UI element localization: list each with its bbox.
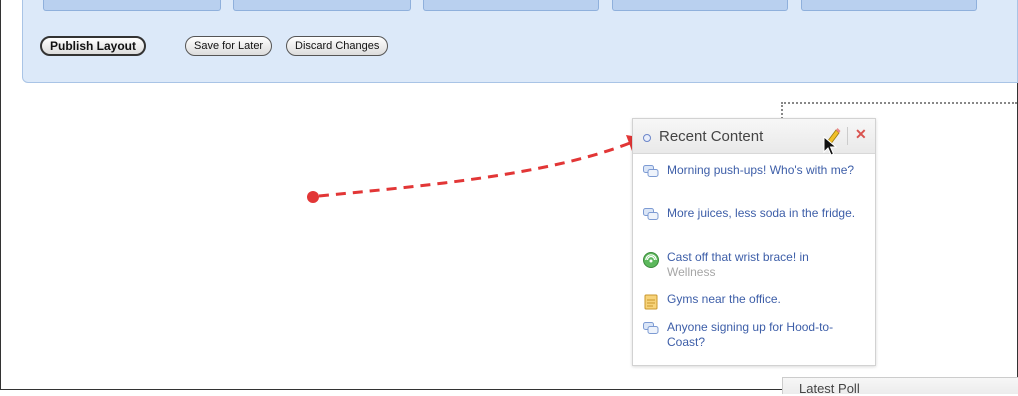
discussion-icon (643, 165, 659, 184)
document-icon (643, 294, 659, 315)
list-item[interactable]: More juices, less soda in the fridge. (643, 206, 865, 221)
drag-path (318, 141, 631, 198)
drag-start-dot (307, 191, 319, 203)
mouse-cursor-icon (823, 135, 838, 161)
discussion-icon (643, 322, 659, 341)
list-item[interactable]: Cast off that wrist brace! in Wellness (643, 250, 865, 280)
widget-header[interactable]: Recent Content ✕ (633, 119, 875, 154)
latest-poll-widget[interactable]: Latest Poll (782, 377, 1018, 396)
discussion-icon (643, 208, 659, 227)
list-item[interactable]: Anyone signing up for Hood-to-Coast? (643, 320, 865, 350)
close-icon[interactable]: ✕ (855, 126, 867, 143)
list-item-link[interactable]: Cast off that wrist brace! in Wellness (667, 250, 865, 280)
list-item-text[interactable]: Cast off that wrist brace! in (667, 250, 809, 264)
widget-title: Latest Poll (799, 381, 860, 396)
list-item-link[interactable]: More juices, less soda in the fridge. (667, 206, 865, 221)
broadcast-icon (643, 252, 659, 273)
list-item-category[interactable]: Wellness (667, 265, 715, 279)
drag-handle-icon[interactable] (643, 134, 651, 142)
list-item[interactable]: Gyms near the office. (643, 292, 865, 310)
widget-title: Recent Content (659, 128, 764, 145)
list-item-link[interactable]: Morning push-ups! Who's with me? (667, 163, 865, 178)
list-item-link[interactable]: Anyone signing up for Hood-to-Coast? (667, 320, 865, 350)
list-item[interactable]: Morning push-ups! Who's with me? (643, 163, 865, 178)
header-divider (847, 127, 848, 145)
recent-content-widget[interactable]: Recent Content ✕ Morning push-ups! Who's… (632, 118, 876, 366)
list-item-link[interactable]: Gyms near the office. (667, 292, 865, 307)
